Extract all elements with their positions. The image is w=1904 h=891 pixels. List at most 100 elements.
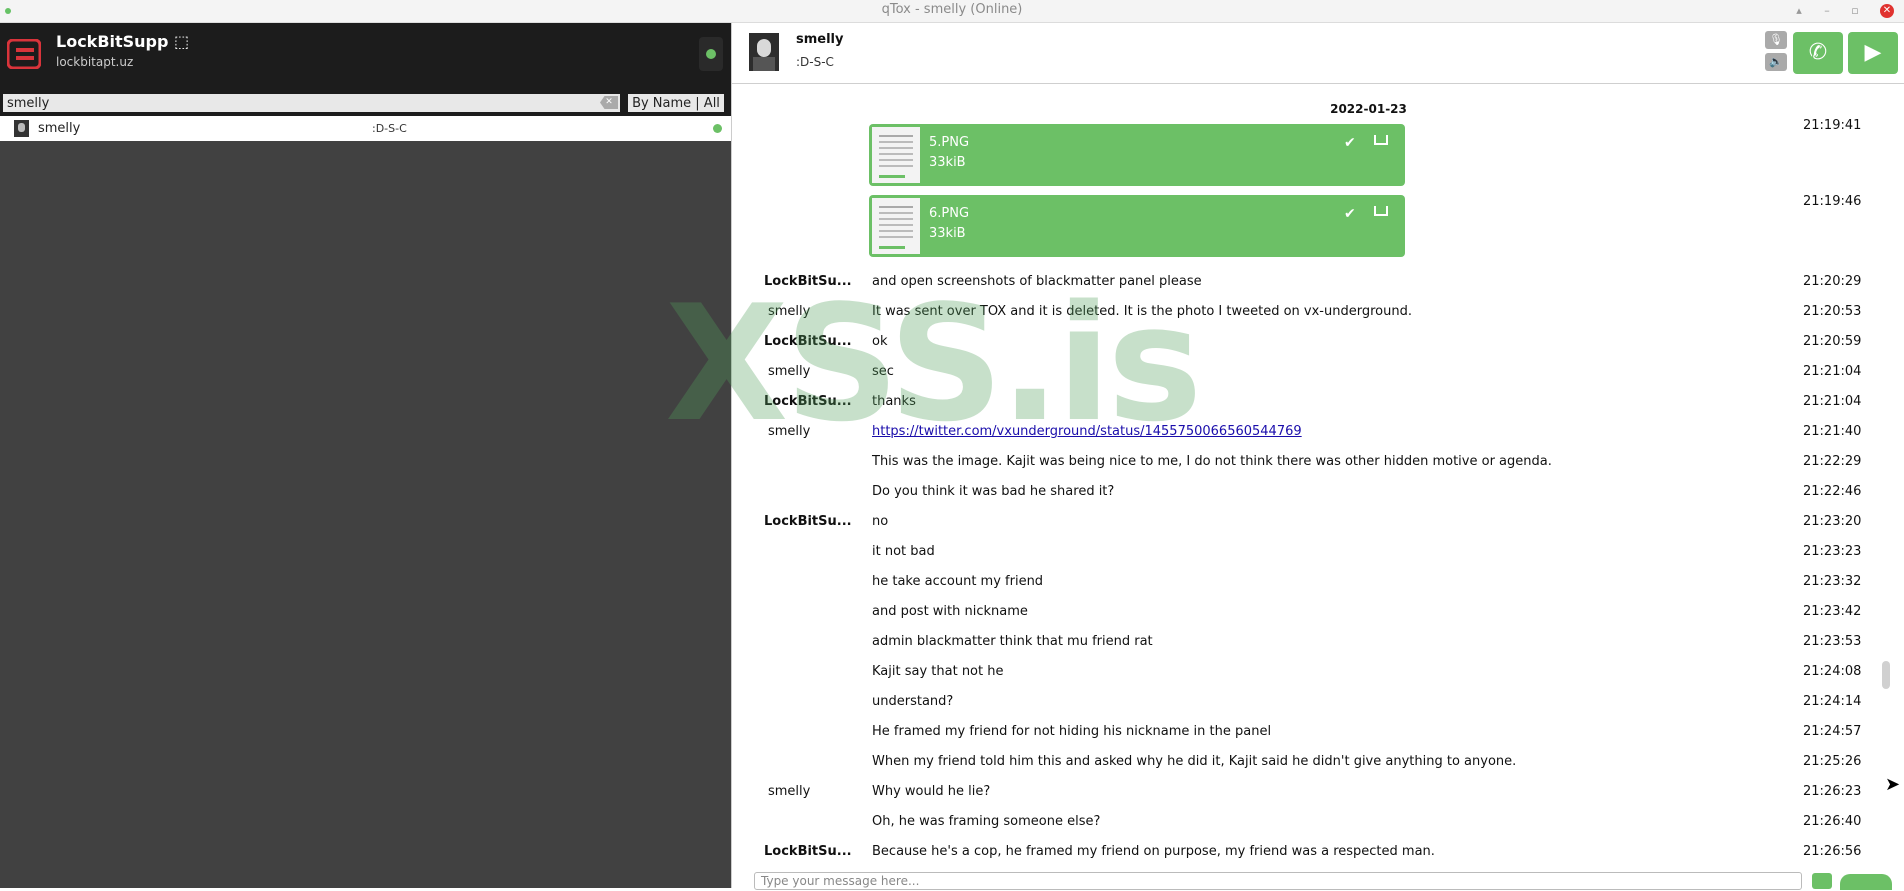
date-separator: 2022-01-23 [1330, 102, 1407, 116]
chat-message: and post with nickname 21:23:42 [732, 604, 1904, 628]
file-size: 33kiB [929, 226, 966, 241]
mouse-cursor-icon: ➤ [1885, 774, 1901, 795]
message-time: 21:23:42 [1803, 604, 1862, 619]
friend-status-message: :D-S-C [372, 122, 407, 135]
chat-message: Kajit say that not he 21:24:08 [732, 664, 1904, 688]
message-text: Kajit say that not he [872, 664, 1004, 679]
contacts-panel: LockBitSupp ⬚ lockbitapt.uz ✕ By Name | … [0, 23, 731, 888]
contact-name: smelly [796, 32, 844, 47]
message-time: 21:21:40 [1803, 424, 1862, 439]
chat-panel: smelly :D-S-C 🎙 🔈 ✆ ▶ 2022-01-23 5.PNG 3… [731, 23, 1904, 891]
file-name: 6.PNG [929, 206, 970, 221]
chat-message: he take account my friend 21:23:32 [732, 574, 1904, 598]
filter-button[interactable]: By Name | All [628, 94, 724, 112]
message-time: 21:22:29 [1803, 454, 1862, 469]
message-time: 21:20:53 [1803, 304, 1862, 319]
message-time: 21:26:23 [1803, 784, 1862, 799]
chat-message: This was the image. Kajit was being nice… [732, 454, 1904, 478]
file-preview[interactable] [872, 127, 920, 183]
chat-message: Do you think it was bad he shared it? 21… [732, 484, 1904, 508]
user-profile-header: LockBitSupp ⬚ lockbitapt.uz [0, 23, 731, 90]
message-author[interactable]: LockBitSu... [764, 334, 854, 349]
message-text: This was the image. Kajit was being nice… [872, 454, 1552, 469]
chat-header: smelly :D-S-C 🎙 🔈 ✆ ▶ [732, 23, 1904, 84]
file-transfer: 6.PNG 33kiB ✔ [869, 195, 1405, 257]
message-text: Oh, he was framing someone else? [872, 814, 1101, 829]
maximize-button[interactable]: ▫ [1846, 2, 1864, 20]
minimize-button[interactable]: – [1818, 2, 1836, 20]
friend-online-icon [713, 124, 722, 133]
user-status-message[interactable]: lockbitapt.uz [56, 55, 133, 69]
message-time: 21:23:20 [1803, 514, 1862, 529]
user-name[interactable]: LockBitSupp ⬚ [56, 32, 189, 51]
search-input[interactable] [3, 94, 620, 112]
window-title: qTox - smelly (Online) [881, 2, 1023, 17]
chat-message: LockBitSu... and open screenshots of bla… [732, 274, 1904, 298]
message-author[interactable]: smelly [768, 784, 858, 799]
message-text: and post with nickname [872, 604, 1028, 619]
chat-message: admin blackmatter think that mu friend r… [732, 634, 1904, 658]
chat-message: it not bad 21:23:23 [732, 544, 1904, 568]
message-author[interactable]: LockBitSu... [764, 394, 854, 409]
friend-avatar [14, 120, 29, 137]
message-input[interactable]: Type your message here... [754, 872, 1802, 890]
open-folder-icon[interactable] [1374, 135, 1388, 145]
file-name: 5.PNG [929, 135, 970, 150]
message-author[interactable]: smelly [768, 304, 858, 319]
friend-item[interactable]: smelly :D-S-C [0, 116, 731, 141]
chat-message: When my friend told him this and asked w… [732, 754, 1904, 778]
message-time: 21:24:57 [1803, 724, 1862, 739]
message-author[interactable]: smelly [768, 424, 858, 439]
message-text: sec [872, 364, 894, 379]
video-call-button[interactable]: ▶ [1848, 32, 1898, 74]
message-link[interactable]: https://twitter.com/vxunderground/status… [872, 424, 1302, 439]
message-time: 21:26:56 [1803, 844, 1862, 859]
message-time: 21:19:41 [1803, 118, 1862, 133]
file-size: 33kiB [929, 155, 966, 170]
message-time: 21:24:14 [1803, 694, 1862, 709]
check-icon: ✔ [1344, 135, 1356, 151]
message-time: 21:24:08 [1803, 664, 1862, 679]
message-time: 21:20:59 [1803, 334, 1862, 349]
contact-list-area [0, 141, 731, 888]
message-time: 21:21:04 [1803, 364, 1862, 379]
message-author[interactable]: LockBitSu... [764, 844, 854, 859]
message-text: understand? [872, 694, 954, 709]
scrollbar-thumb[interactable] [1882, 661, 1890, 689]
message-text: Because he's a cop, he framed my friend … [872, 844, 1435, 859]
message-text: he take account my friend [872, 574, 1044, 589]
message-text: It was sent over TOX and it is deleted. … [872, 304, 1412, 319]
microphone-icon[interactable]: 🎙 [1765, 31, 1787, 49]
message-time: 21:26:40 [1803, 814, 1862, 829]
message-text: admin blackmatter think that mu friend r… [872, 634, 1153, 649]
message-text: Why would he lie? [872, 784, 991, 799]
chat-message: smelly sec 21:21:04 [732, 364, 1904, 388]
close-button[interactable]: ✕ [1880, 4, 1894, 18]
shade-icon[interactable]: ▴ [1790, 2, 1808, 20]
chat-message: Oh, he was framing someone else? 21:26:4… [732, 814, 1904, 838]
message-author[interactable]: smelly [768, 364, 858, 379]
message-text: no [872, 514, 889, 529]
message-text: ok [872, 334, 888, 349]
chat-scrollbar[interactable] [1882, 101, 1890, 891]
message-text: it not bad [872, 544, 935, 559]
chat-message: smelly Why would he lie? 21:26:23 [732, 784, 1904, 808]
call-button[interactable]: ✆ [1793, 32, 1843, 74]
open-folder-icon[interactable] [1374, 206, 1388, 216]
message-text: Do you think it was bad he shared it? [872, 484, 1115, 499]
chat-message: smelly https://twitter.com/vxunderground… [732, 424, 1904, 448]
contact-status-message: :D-S-C [796, 55, 834, 69]
chat-message: LockBitSu... no 21:23:20 [732, 514, 1904, 538]
speaker-icon[interactable]: 🔈 [1765, 53, 1787, 71]
message-input-bar: Type your message here... [732, 868, 1904, 890]
message-author[interactable]: LockBitSu... [764, 274, 854, 289]
chat-message: understand? 21:24:14 [732, 694, 1904, 718]
message-author[interactable]: LockBitSu... [764, 514, 854, 529]
file-preview[interactable] [872, 198, 920, 254]
message-time: 21:25:26 [1803, 754, 1862, 769]
chat-message: LockBitSu... Because he's a cop, he fram… [732, 844, 1904, 868]
emoji-button[interactable] [1812, 873, 1832, 889]
message-text: and open screenshots of blackmatter pane… [872, 274, 1202, 289]
window-titlebar: qTox - smelly (Online) ▴ – ▫ ✕ [0, 0, 1904, 23]
file-transfer: 5.PNG 33kiB ✔ [869, 124, 1405, 186]
